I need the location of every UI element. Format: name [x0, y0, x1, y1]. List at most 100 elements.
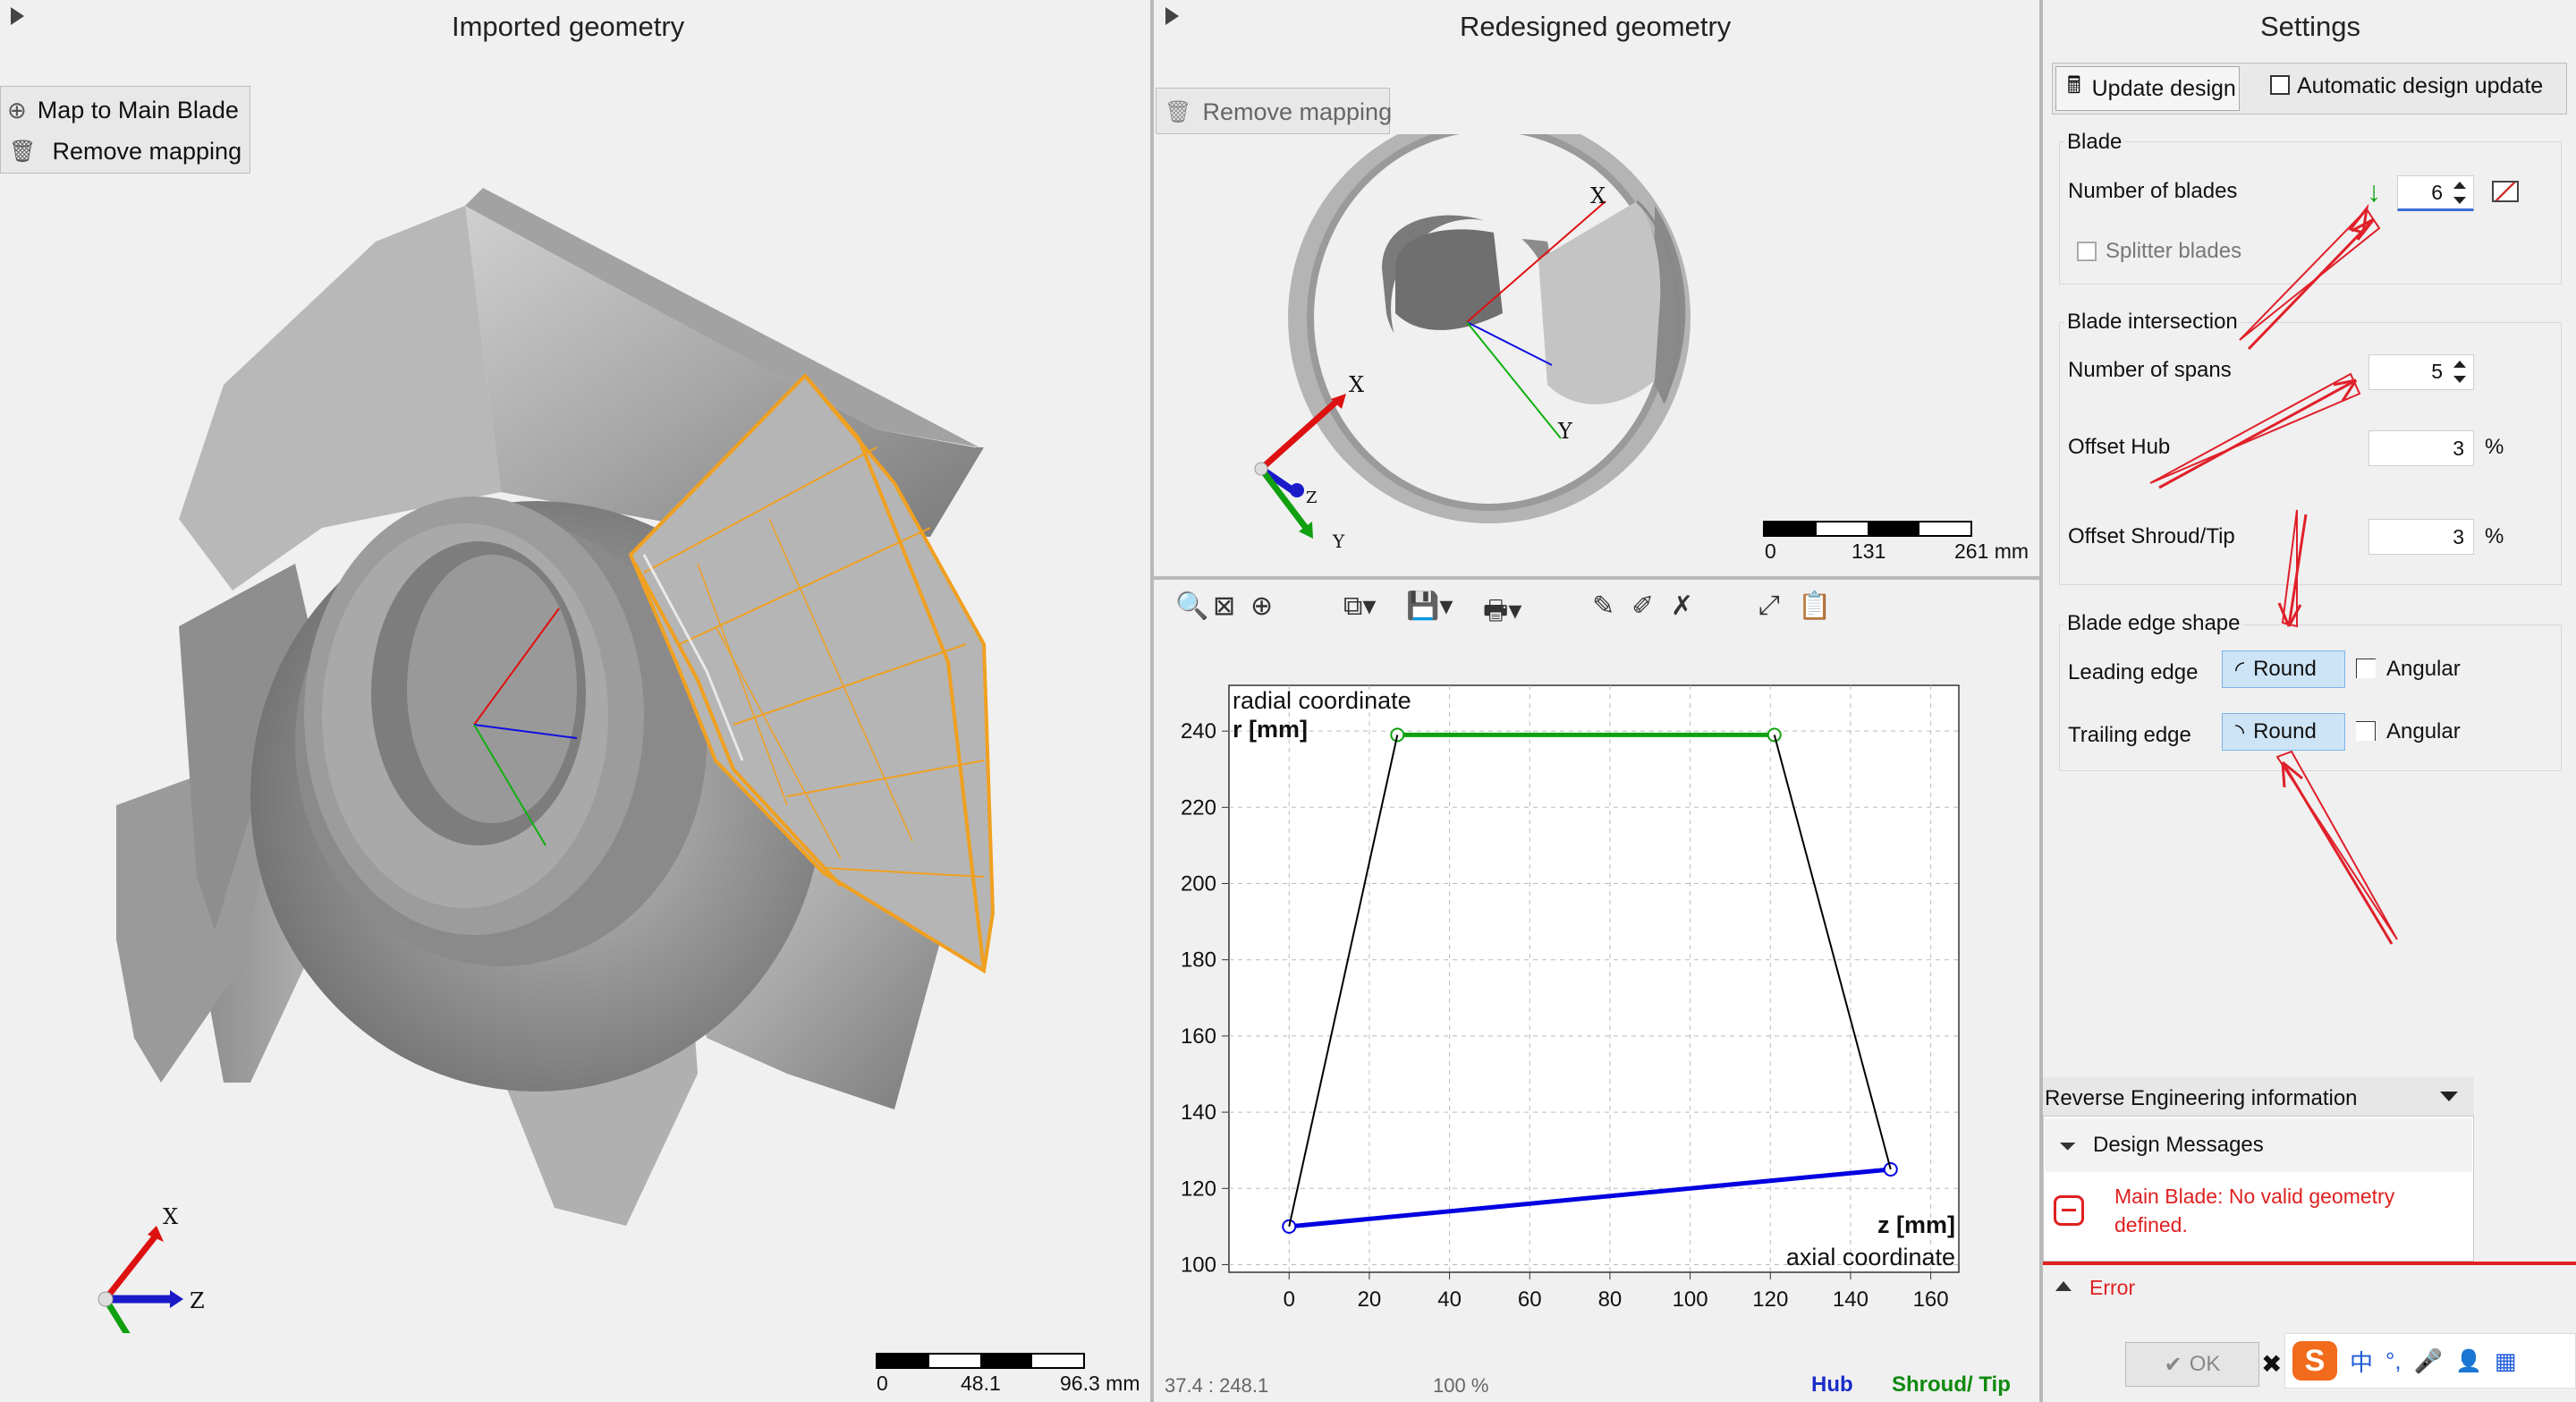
ime-logo-icon: S	[2292, 1341, 2337, 1381]
axis-x-label: X	[163, 1204, 178, 1229]
legend-shroud: Shroud/ Tip	[1892, 1372, 2011, 1397]
grid-menu-icon: ▦	[2494, 1347, 2517, 1374]
axis-x-label: X	[1349, 372, 1364, 397]
axis-y-label: Y	[1332, 531, 1345, 552]
error-message-line2: defined.	[2114, 1213, 2188, 1236]
scale-bar	[1763, 521, 1972, 537]
collapse-arrow-icon[interactable]	[11, 7, 24, 25]
copy-icon[interactable]: ⧉▾	[1343, 591, 1376, 622]
scale-tick: 48.1	[961, 1372, 1001, 1395]
plot-area[interactable]	[1228, 684, 1960, 1273]
expand-icon[interactable]: ⤢	[1758, 591, 1780, 621]
y-tick-label: 120	[1181, 1177, 1216, 1201]
legend-hub: Hub	[1811, 1372, 1853, 1397]
y-tick-label: 180	[1181, 948, 1216, 973]
chinese-mode-icon: 中	[2350, 1348, 2374, 1376]
y-tick-label: 160	[1181, 1024, 1216, 1049]
x-tick-label: 80	[1598, 1287, 1623, 1312]
app-window: Imported geometry ⊕ Map to Main Blade 🗑 …	[0, 0, 2576, 1402]
x-axis-unit: z [mm]	[1877, 1211, 1955, 1238]
x-axis-title: axial coordinate	[1786, 1244, 1955, 1270]
map-to-main-blade-button[interactable]: ⊕ Map to Main Blade	[7, 97, 239, 124]
scale-bar	[876, 1353, 1085, 1369]
y-tick-label: 200	[1181, 872, 1216, 896]
y-axis-title: radial coordinate	[1233, 687, 1411, 714]
status-coords: 37.4 : 248.1	[1165, 1374, 1269, 1397]
save-icon[interactable]: 💾▾	[1406, 591, 1453, 622]
y-tick-label: 240	[1181, 719, 1216, 743]
button-label: Remove mapping	[1202, 98, 1393, 125]
axis-z-label: Z	[1306, 489, 1318, 507]
panel-title: Redesigned geometry	[1460, 11, 1732, 42]
settings-panel: Settings 🖩 Update design Automatic desig…	[2043, 0, 2576, 1402]
remove-mapping-button[interactable]: 🗑 Remove mapping	[9, 138, 242, 166]
fit-icon[interactable]: ⊠	[1213, 591, 1235, 622]
y-tick-label: 220	[1181, 795, 1216, 820]
scale-tick: 131	[1852, 540, 1886, 563]
meridional-chart[interactable]: 0 20 40 60 80 100 120 140 160 100 120 140 160 180 200 2…	[1154, 635, 2039, 1351]
x-tick-label: 140	[1833, 1287, 1868, 1312]
expand-up-icon[interactable]	[2055, 1281, 2072, 1291]
y-tick-label: 100	[1181, 1253, 1216, 1277]
edit-icon[interactable]: ✎	[1592, 591, 1614, 622]
cancel-icon[interactable]: ✖	[2261, 1349, 2282, 1379]
error-message-line1: Main Blade: No valid geometry	[2114, 1185, 2395, 1208]
crosshair-icon: ⊕	[7, 97, 27, 123]
user-icon: 👤	[2455, 1348, 2482, 1373]
x-tick-label: 100	[1673, 1287, 1708, 1312]
print-icon[interactable]: 🖶▾	[1483, 591, 1521, 636]
punctuation-icon: °,	[2385, 1347, 2402, 1374]
redesigned-geometry-panel: Redesigned geometry 🗑 Remove mapping X Y	[1154, 0, 2039, 576]
x-tick-label: 0	[1284, 1287, 1295, 1312]
scale-tick: 0	[1765, 540, 1776, 563]
crosshair-icon[interactable]: ⊕	[1250, 591, 1273, 622]
clear-icon[interactable]: ✗	[1671, 591, 1693, 622]
settings-title: Settings	[2260, 11, 2361, 42]
x-tick-label: 160	[1913, 1287, 1949, 1312]
imported-geometry-panel: Imported geometry ⊕ Map to Main Blade 🗑 …	[0, 0, 1150, 1402]
imported-3d-view[interactable]: X Z Y	[0, 179, 1150, 1333]
calculator-icon: 🖩	[2067, 72, 2081, 98]
scale-tick: 261 mm	[1954, 540, 2029, 563]
status-zoom: 100 %	[1433, 1374, 1489, 1397]
annotation-arrows	[2149, 203, 2398, 945]
panel-title: Imported geometry	[452, 11, 685, 42]
ime-toolbar[interactable]: S 中 °, 🎤 👤 ▦	[2284, 1333, 2576, 1389]
error-divider	[2043, 1262, 2576, 1265]
redesigned-3d-view[interactable]: X Y X Z Y	[1154, 134, 2039, 573]
meridional-chart-panel: 🔍 ⊠ ⊕ ⧉▾ 💾▾ 🖶▾ ✎ ✐ ✗ ⤢ 📋 0 20 40 60 80 100 120…	[1154, 580, 2039, 1402]
error-icon	[2054, 1195, 2084, 1226]
edit2-icon[interactable]: ✐	[1631, 591, 1654, 622]
filter-icon: ⏷	[2059, 1134, 2077, 1159]
dropdown-arrow-icon[interactable]	[2440, 1092, 2458, 1101]
scale-tick: 0	[877, 1372, 888, 1395]
ok-button[interactable]: ✔ OK	[2125, 1342, 2259, 1387]
info-title: Reverse Engineering information	[2045, 1086, 2358, 1110]
x-tick-label: 40	[1437, 1287, 1462, 1312]
design-messages-label: Design Messages	[2093, 1133, 2264, 1157]
update-design-button[interactable]: 🖩 Update design	[2055, 66, 2240, 111]
svg-text:X: X	[1590, 183, 1606, 208]
x-tick-label: 60	[1518, 1287, 1542, 1312]
blade-section-title: Blade	[2064, 130, 2125, 155]
check-icon: ✔	[2164, 1352, 2182, 1377]
x-tick-label: 120	[1752, 1287, 1788, 1312]
microphone-icon: 🎤	[2413, 1347, 2444, 1374]
y-tick-label: 140	[1181, 1100, 1216, 1125]
zoom-icon[interactable]: 🔍	[1175, 591, 1208, 622]
automatic-update-checkbox[interactable]	[2270, 75, 2290, 95]
trash-icon: 🗑	[9, 140, 37, 164]
scale-tick: 96.3 mm	[1060, 1372, 1140, 1395]
collapse-arrow-icon[interactable]	[1165, 7, 1179, 25]
automatic-update-label: Automatic design update	[2297, 73, 2544, 98]
x-tick-label: 20	[1358, 1287, 1382, 1312]
axis-triad: X Z Y	[97, 1204, 205, 1333]
control-point[interactable]	[1883, 1161, 1898, 1177]
update-design-label: Update design	[2091, 75, 2236, 101]
remove-mapping-button[interactable]: 🗑 Remove mapping	[1165, 98, 1392, 126]
chart-toolbar: 🔍 ⊠ ⊕ ⧉▾ 💾▾ 🖶▾ ✎ ✐ ✗ ⤢ 📋	[1154, 580, 2039, 635]
trash-icon: 🗑	[1165, 100, 1192, 124]
clipboard-icon[interactable]: 📋	[1798, 591, 1831, 622]
ok-label: OK	[2189, 1352, 2221, 1376]
error-label: Error	[2089, 1276, 2136, 1299]
